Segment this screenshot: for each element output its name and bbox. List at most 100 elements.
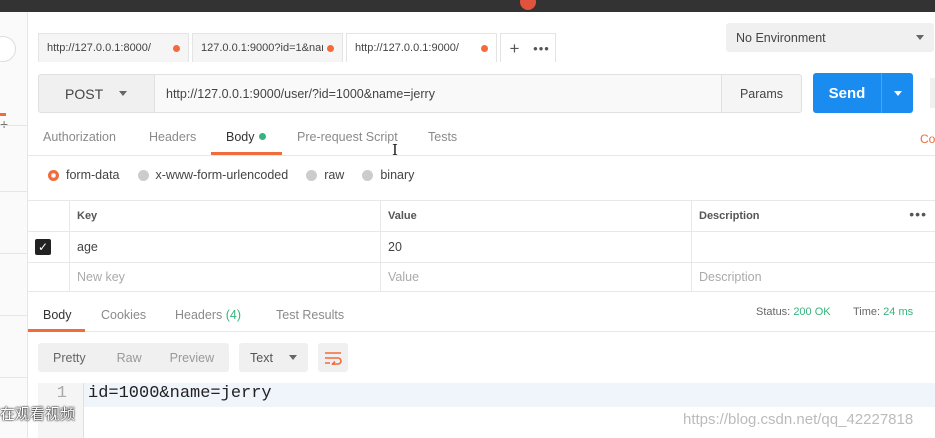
tab-headers[interactable]: Headers — [149, 130, 196, 144]
params-button[interactable]: Params — [722, 74, 802, 113]
left-sidebar-edge: + — [0, 12, 28, 438]
table-row: ✓ age 20 — [28, 231, 935, 262]
method-select[interactable]: POST — [38, 74, 155, 113]
window-top-bar — [0, 0, 935, 12]
pretty-button[interactable]: Pretty — [53, 351, 86, 365]
tab-authorization[interactable]: Authorization — [43, 130, 116, 144]
send-label: Send — [828, 84, 866, 102]
more-options-icon[interactable]: ••• — [909, 206, 927, 222]
column-value: Value — [380, 201, 691, 231]
new-description-input[interactable]: Description — [691, 263, 935, 291]
tab-label: http://127.0.0.1:9000/ — [355, 42, 459, 54]
request-tab-active[interactable]: http://127.0.0.1:9000/ — [346, 33, 497, 62]
row-checkbox[interactable]: ✓ — [35, 239, 51, 255]
send-options-button[interactable] — [881, 73, 913, 113]
method-value: POST — [65, 85, 104, 102]
radio-label: binary — [380, 168, 415, 182]
sidebar-divider — [0, 377, 28, 378]
tab-tools: + ••• — [500, 33, 556, 62]
headers-count-badge: (4) — [225, 308, 242, 322]
url-value: http://127.0.0.1:9000/user/?id=1000&name… — [166, 86, 435, 101]
body-set-dot-icon — [258, 133, 266, 140]
radio-label: x-www-form-urlencoded — [155, 168, 289, 182]
send-button[interactable]: Send — [813, 73, 913, 113]
new-value-input[interactable]: Value — [380, 263, 691, 291]
response-tab-body[interactable]: Body — [43, 308, 72, 322]
radio-icon — [306, 169, 318, 181]
status-label: Status: — [756, 306, 791, 318]
preview-button[interactable]: Preview — [170, 351, 214, 365]
column-description: Description — [691, 201, 935, 231]
radio-binary[interactable]: binary — [362, 168, 414, 182]
radio-selected-icon — [48, 169, 59, 181]
status-readout: Status: 200 OK — [756, 306, 831, 318]
response-tab-headers-label: Headers — [175, 308, 223, 322]
request-tab[interactable]: http://127.0.0.1:8000/ — [38, 33, 189, 62]
wrap-lines-button[interactable] — [318, 343, 348, 372]
radio-icon — [362, 169, 374, 181]
response-section-tabs: Body Cookies Headers (4) Test Results St… — [28, 298, 935, 332]
cookies-link[interactable]: Co — [920, 132, 935, 146]
response-tab-test-results[interactable]: Test Results — [276, 308, 344, 322]
response-body-viewer[interactable]: 1 id=1000&name=jerry — [38, 383, 935, 438]
chevron-down-icon — [119, 91, 128, 96]
more-tabs-icon[interactable]: ••• — [528, 34, 555, 63]
request-tab[interactable]: 127.0.0.1:9000?id=1&name — [192, 33, 343, 62]
status-value: 200 OK — [793, 306, 831, 318]
response-tab-headers[interactable]: Headers (4) — [175, 308, 241, 322]
column-key: Key — [69, 201, 380, 231]
radio-label: raw — [324, 168, 345, 182]
response-body-text: id=1000&name=jerry — [88, 384, 272, 403]
new-collection-icon[interactable]: + — [0, 116, 8, 132]
sidebar-divider — [0, 253, 28, 254]
chevron-down-icon — [916, 35, 924, 40]
table-header-row: Key Value Description ••• — [28, 200, 935, 231]
radio-urlencoded[interactable]: x-www-form-urlencoded — [137, 168, 289, 182]
unsaved-dot-icon — [481, 44, 488, 52]
description-cell[interactable] — [691, 232, 935, 262]
key-cell[interactable]: age — [69, 232, 380, 262]
environment-select[interactable]: No Environment — [726, 23, 934, 52]
tab-label: http://127.0.0.1:8000/ — [47, 42, 151, 54]
url-input[interactable]: http://127.0.0.1:9000/user/?id=1000&name… — [155, 74, 722, 113]
radio-label: form-data — [66, 168, 120, 182]
environment-value: No Environment — [736, 30, 826, 45]
unsaved-dot-icon — [327, 44, 334, 52]
request-tab-strip: http://127.0.0.1:8000/ 127.0.0.1:9000?id… — [38, 33, 556, 62]
raw-button[interactable]: Raw — [117, 351, 142, 365]
active-tab-indicator — [28, 329, 85, 332]
tab-body[interactable]: Body — [226, 130, 266, 144]
sidebar-search-pill[interactable] — [0, 36, 16, 62]
value-cell[interactable]: 20 — [380, 232, 691, 262]
time-label: Time: — [853, 306, 881, 318]
radio-icon — [137, 169, 149, 181]
format-type-select[interactable]: Text — [239, 343, 308, 372]
add-tab-icon[interactable]: + — [501, 34, 528, 63]
sidebar-divider — [0, 191, 28, 192]
save-button-edge[interactable] — [930, 78, 935, 108]
wrap-lines-icon — [325, 351, 342, 365]
video-overlay-caption: 在观看视频 — [0, 406, 76, 423]
request-section-tabs: Authorization Headers Body Pre-request S… — [28, 122, 935, 156]
radio-raw[interactable]: raw — [306, 168, 344, 182]
watermark: https://blog.csdn.net/qq_42227818 — [683, 411, 914, 428]
record-indicator-icon — [520, 0, 536, 10]
request-url-bar: POST http://127.0.0.1:9000/user/?id=1000… — [38, 74, 802, 113]
sidebar-divider — [0, 315, 28, 316]
table-row-new: New key Value Description — [28, 262, 935, 292]
response-format-bar: Pretty Raw Preview Text — [38, 343, 348, 372]
response-tab-cookies[interactable]: Cookies — [101, 308, 146, 322]
params-label: Params — [739, 86, 784, 101]
sidebar-divider — [0, 125, 28, 126]
tab-prerequest-script[interactable]: Pre-request Script — [297, 130, 398, 144]
radio-form-data[interactable]: form-data — [48, 168, 120, 182]
tab-body-label: Body — [226, 130, 255, 144]
body-type-radios: form-data x-www-form-urlencoded raw bina… — [48, 168, 432, 182]
new-key-input[interactable]: New key — [69, 263, 380, 291]
time-readout: Time: 24 ms — [853, 306, 913, 318]
format-type-value: Text — [250, 350, 273, 365]
chevron-down-icon — [289, 355, 297, 360]
tab-tests[interactable]: Tests — [428, 130, 457, 144]
text-cursor-icon: I — [392, 141, 398, 159]
form-data-table: Key Value Description ••• ✓ age 20 New k… — [28, 200, 935, 292]
